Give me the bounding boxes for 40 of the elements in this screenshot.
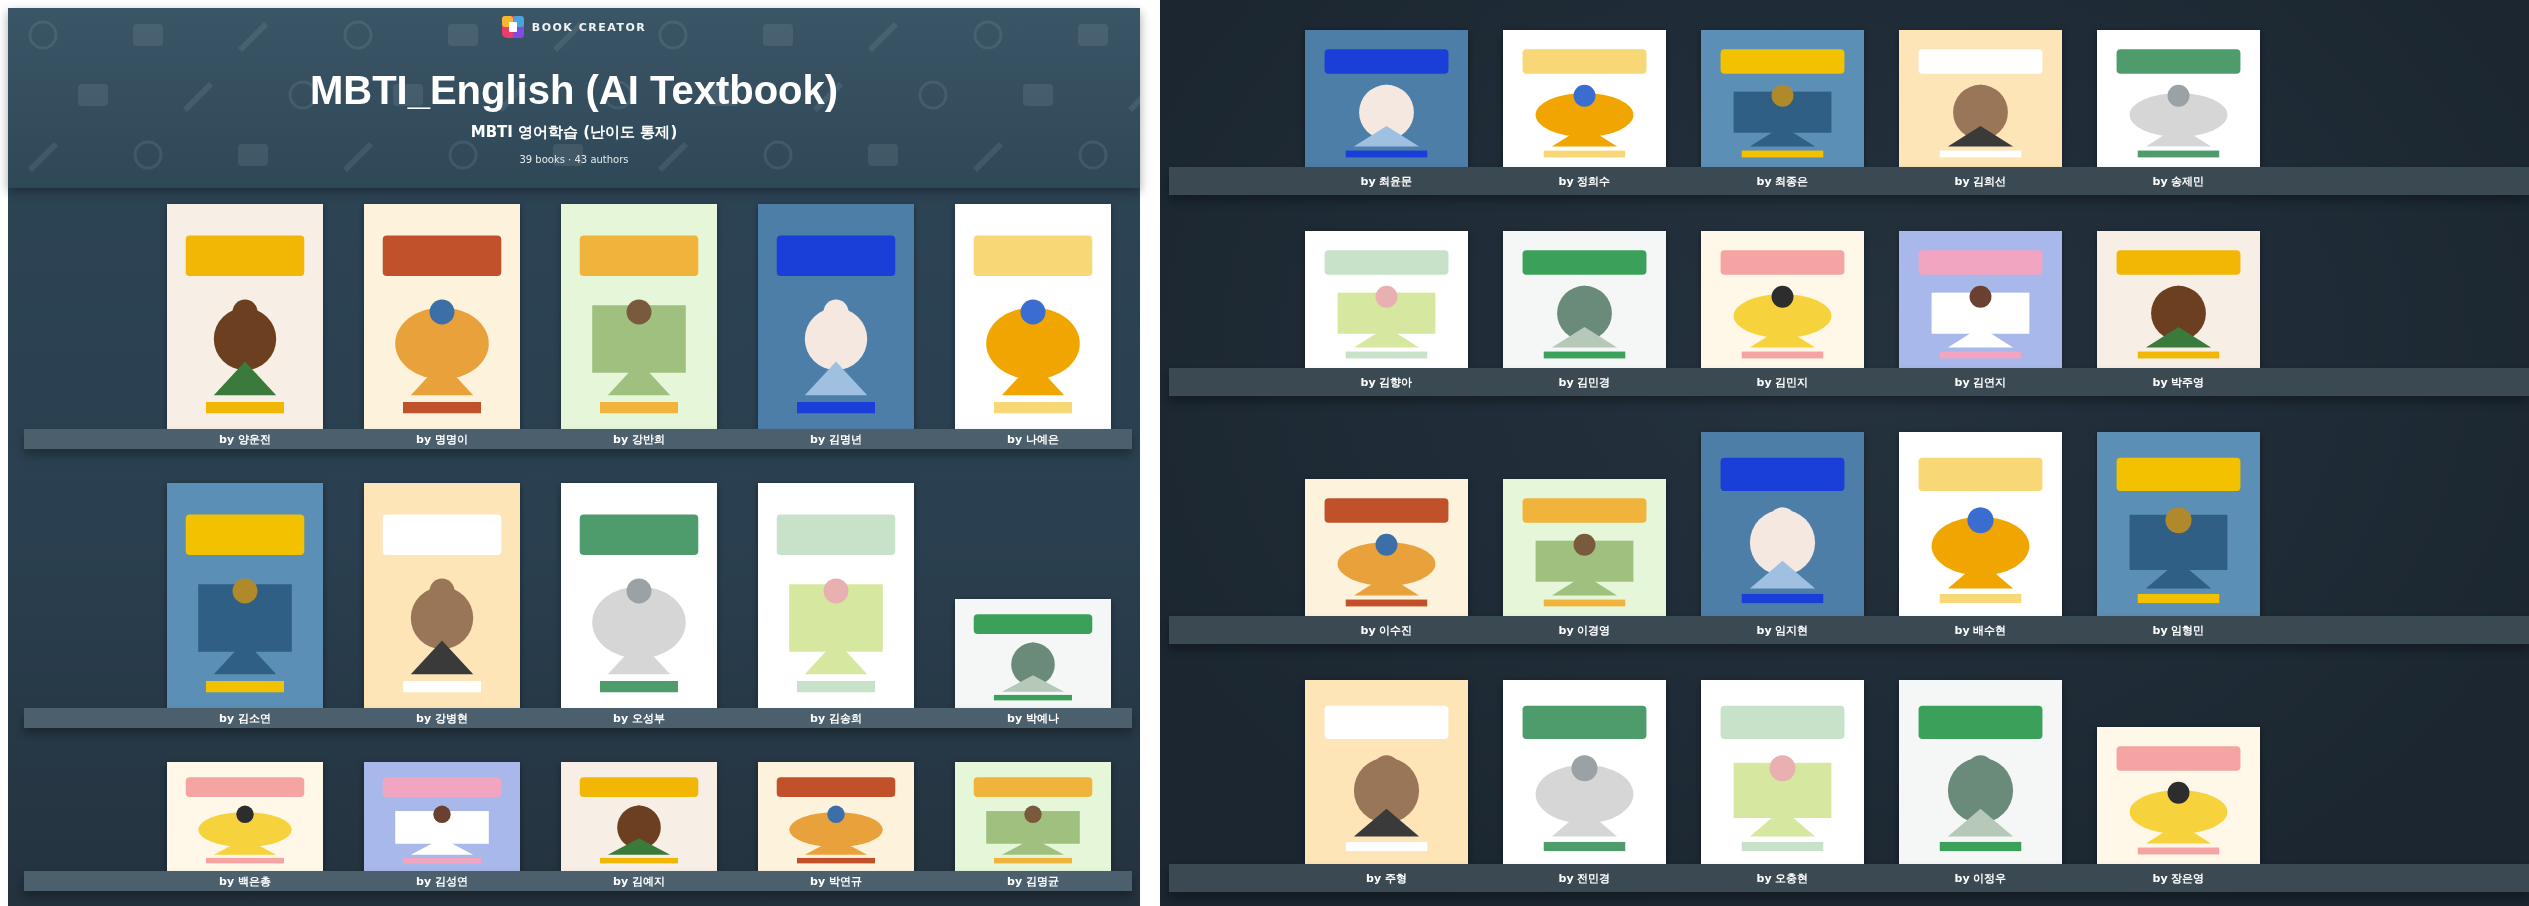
author-label: by 정희수: [1557, 173, 1612, 189]
author-label: by 나예은: [1006, 431, 1060, 447]
author-label: by 임형민: [2151, 622, 2206, 638]
author-label: by 이수진: [1359, 622, 1414, 638]
author-label: by 김소연: [218, 710, 272, 726]
author-label: by 주형: [1365, 870, 1408, 886]
author-label: by 강반희: [612, 431, 666, 447]
author-label: by 이경영: [1557, 622, 1612, 638]
author-label: by 명명이: [415, 431, 469, 447]
author-label: by 백은총: [218, 873, 272, 889]
author-label: by 이정우: [1953, 870, 2008, 886]
author-label: by 김명균: [1006, 873, 1060, 889]
author-label: by 장은영: [2151, 870, 2206, 886]
author-label: by 김민지: [1755, 374, 1810, 390]
author-label: by 김송희: [809, 710, 863, 726]
author-label: by 최윤문: [1359, 173, 1414, 189]
author-label: by 양운전: [218, 431, 272, 447]
author-label: by 김성연: [415, 873, 469, 889]
author-label: by 오성부: [612, 710, 666, 726]
author-label: by 박연규: [809, 873, 863, 889]
author-label: by 강병현: [415, 710, 469, 726]
author-label: by 김연지: [1953, 374, 2008, 390]
author-label: by 임지현: [1755, 622, 1810, 638]
brand-name: BOOK CREATOR: [531, 20, 647, 34]
author-label: by 김민경: [1557, 374, 1612, 390]
author-label: by 송제민: [2151, 173, 2206, 189]
author-label: by 오충현: [1755, 870, 1810, 886]
book-creator-logo-icon: [501, 16, 524, 38]
author-label: by 박주영: [2151, 374, 2206, 390]
author-label: by 박예나: [1006, 710, 1060, 726]
author-label: by 최종은: [1755, 173, 1810, 189]
author-label: by 전민경: [1557, 870, 1612, 886]
library-stats: 39 books · 43 authors: [519, 154, 629, 165]
library-title: MBTI_English (AI Textbook): [309, 68, 839, 113]
author-label: by 김희선: [1953, 173, 2008, 189]
author-label: by 김향아: [1359, 374, 1414, 390]
author-label: by 배수현: [1953, 622, 2008, 638]
library-subtitle: MBTI 영어학습 (난이도 통제): [470, 123, 678, 142]
author-label: by 김예지: [612, 873, 666, 889]
author-label: by 김명년: [809, 431, 863, 447]
